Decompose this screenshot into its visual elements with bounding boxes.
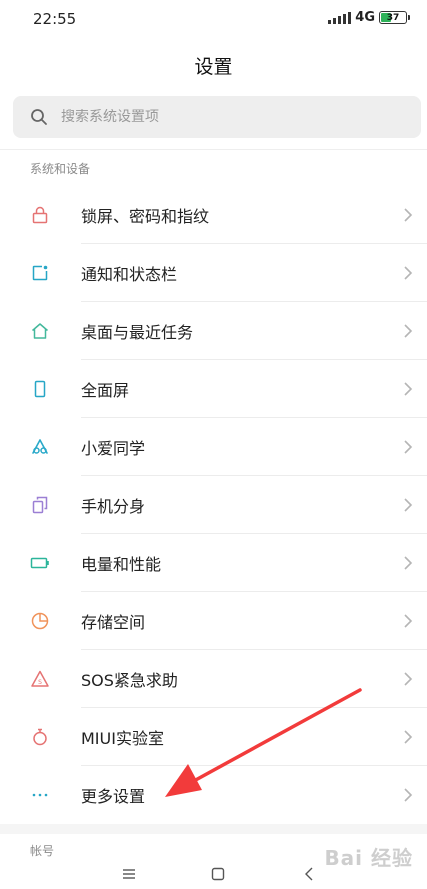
network-type: 4G (355, 10, 375, 25)
settings-item-label: MIUI实验室 (81, 729, 164, 748)
chevron-right-icon (404, 208, 413, 222)
status-time: 22:55 (33, 10, 77, 28)
search-input[interactable] (61, 109, 361, 125)
settings-item-label: 通知和状态栏 (81, 265, 178, 284)
xiaoai-icon (32, 439, 48, 454)
settings-item-storage[interactable]: 存储空间 (0, 592, 427, 650)
chevron-right-icon (404, 788, 413, 802)
settings-item-second-space[interactable]: 手机分身 (0, 476, 427, 534)
battery-icon: 37 (379, 11, 410, 24)
svg-text:S: S (38, 679, 42, 686)
settings-item-lock-screen[interactable]: 锁屏、密码和指纹 (0, 186, 427, 244)
divider (0, 149, 427, 150)
settings-item-label: 全面屏 (81, 381, 130, 400)
chevron-right-icon (404, 672, 413, 686)
storage-icon (31, 612, 49, 630)
battery-percent: 37 (386, 12, 400, 23)
chevron-right-icon (404, 440, 413, 454)
more-dots-icon (32, 793, 48, 797)
chevron-right-icon (404, 382, 413, 396)
settings-item-home-screen[interactable]: 桌面与最近任务 (0, 302, 427, 360)
section-gap (0, 824, 427, 834)
settings-item-sos[interactable]: S SOS紧急求助 (0, 650, 427, 708)
chevron-right-icon (404, 730, 413, 744)
settings-item-label: SOS紧急求助 (81, 671, 178, 690)
settings-item-label: 小爱同学 (81, 439, 146, 458)
chevron-right-icon (404, 324, 413, 338)
home-square-icon[interactable] (209, 865, 227, 883)
watermark: Bai 经验 (324, 846, 413, 870)
fullscreen-icon (34, 380, 46, 398)
signal-icon (328, 11, 352, 24)
settings-item-label: 电量和性能 (81, 555, 162, 574)
chevron-right-icon (404, 266, 413, 280)
chevron-right-icon (404, 614, 413, 628)
section-label-system: 系统和设备 (30, 162, 91, 176)
notification-icon (32, 265, 48, 281)
settings-item-label: 桌面与最近任务 (81, 323, 194, 342)
lock-icon (32, 206, 48, 224)
status-bar: 22:55 4G 37 (0, 0, 427, 36)
settings-item-miui-lab[interactable]: MIUI实验室 (0, 708, 427, 766)
search-icon (31, 109, 47, 125)
settings-item-fullscreen[interactable]: 全面屏 (0, 360, 427, 418)
second-space-icon (32, 496, 48, 514)
settings-item-label: 手机分身 (81, 497, 146, 516)
lab-icon (33, 728, 47, 746)
status-icons: 4G 37 (328, 10, 410, 25)
settings-item-xiaoai[interactable]: 小爱同学 (0, 418, 427, 476)
settings-list: 锁屏、密码和指纹 通知和状态栏 桌面与最近任务 全面屏 小爱同学 手机分身 电量… (0, 186, 427, 824)
menu-icon[interactable] (120, 865, 138, 883)
sos-icon: S (31, 670, 49, 687)
settings-item-label: 存储空间 (81, 613, 146, 632)
settings-item-label: 锁屏、密码和指纹 (81, 207, 210, 226)
settings-item-more-settings[interactable]: 更多设置 (0, 766, 427, 824)
page-title: 设置 (194, 56, 233, 78)
chevron-right-icon (404, 498, 413, 512)
search-bar[interactable] (13, 96, 421, 138)
settings-item-battery[interactable]: 电量和性能 (0, 534, 427, 592)
settings-item-notifications[interactable]: 通知和状态栏 (0, 244, 427, 302)
settings-item-label: 更多设置 (81, 787, 146, 806)
back-icon[interactable] (300, 865, 318, 883)
chevron-right-icon (404, 556, 413, 570)
home-icon (32, 323, 48, 339)
battery-icon (30, 557, 49, 569)
